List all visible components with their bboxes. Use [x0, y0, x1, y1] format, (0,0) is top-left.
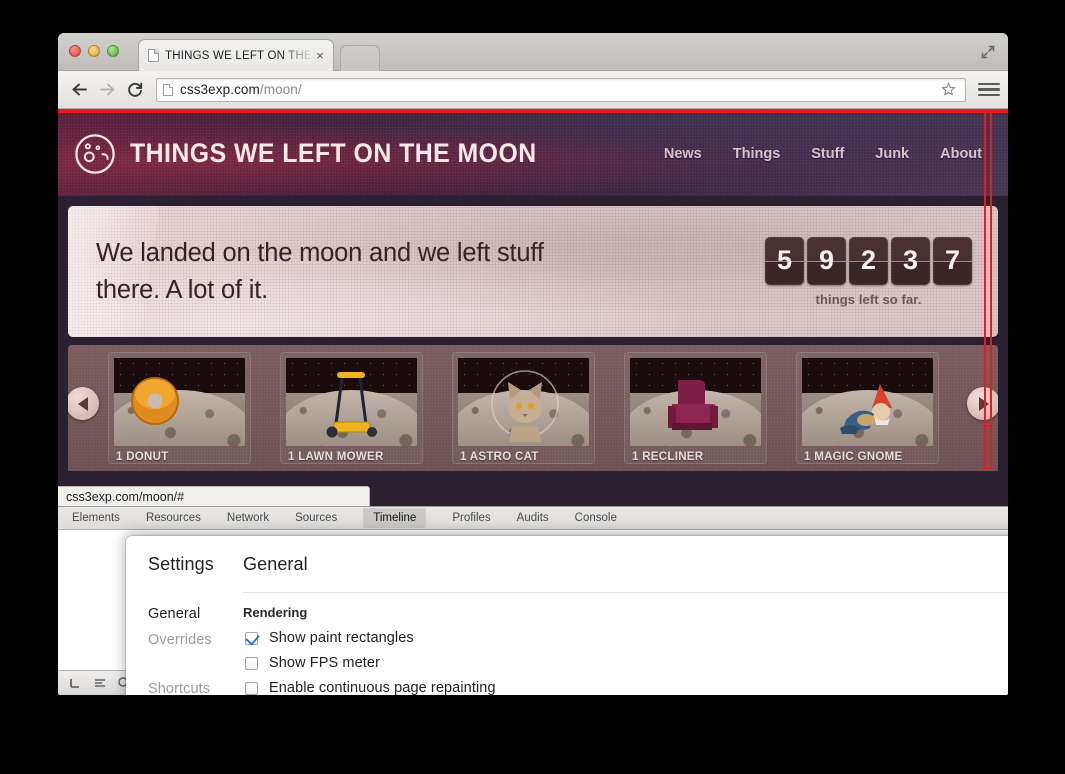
counter-digit: 9 — [807, 236, 846, 285]
page-viewport: THINGS WE LEFT ON THE MOON News Things S… — [58, 109, 1008, 506]
site-nav: News Things Stuff Junk About — [664, 146, 990, 162]
settings-sidebar: Settings General Overrides Shortcuts — [126, 554, 231, 695]
omnibox-url: css3exp.com/moon/ — [180, 82, 302, 97]
devtools-settings-dialog: ✕ Settings General Overrides Shortcuts G… — [126, 536, 1008, 695]
devtools-tab-elements[interactable]: Elements — [72, 512, 120, 524]
devtools-tab-sources[interactable]: Sources — [295, 512, 337, 524]
thumbnail-astro-cat — [458, 358, 589, 446]
nav-item-about[interactable]: About — [940, 146, 982, 162]
moon-icon — [75, 133, 115, 174]
counter-digit: 7 — [933, 236, 972, 285]
checkbox-show-fps-meter[interactable] — [245, 656, 258, 670]
settings-nav-general[interactable]: General — [148, 601, 231, 627]
things-counter: 5 9 2 3 7 things left so far. — [765, 236, 972, 307]
counter-digits: 5 9 2 3 7 — [765, 236, 972, 285]
settings-content: General Rendering Show paint rectangles … — [231, 554, 1008, 695]
settings-divider — [243, 592, 1008, 593]
forward-arrow-icon[interactable] — [94, 77, 120, 103]
back-arrow-icon[interactable] — [66, 77, 92, 103]
checkbox-show-paint-rectangles[interactable] — [245, 631, 258, 645]
counter-digit: 2 — [849, 236, 888, 285]
star-icon[interactable] — [937, 79, 959, 101]
carousel-item[interactable]: 1 DONUT — [108, 352, 251, 464]
lawn-mower-object — [326, 372, 377, 438]
new-tab-button[interactable] — [340, 45, 380, 71]
arrow-left-icon[interactable] — [68, 387, 99, 420]
arrow-right-icon[interactable] — [967, 387, 998, 420]
page-security-icon — [163, 83, 173, 96]
settings-nav-shortcuts[interactable]: Shortcuts — [148, 676, 231, 695]
carousel-item-label: 1 ASTRO CAT — [460, 451, 539, 463]
maximize-window-button[interactable] — [107, 45, 119, 57]
recliner-object — [668, 380, 718, 430]
carousel-item-label: 1 DONUT — [116, 451, 169, 463]
setting-label: Show FPS meter — [269, 655, 380, 671]
browser-toolbar: css3exp.com/moon/ — [58, 71, 1008, 109]
carousel-item-label: 1 MAGIC GNOME — [804, 451, 903, 463]
counter-digit: 3 — [891, 236, 930, 285]
settings-title: Settings — [148, 554, 214, 574]
close-window-button[interactable] — [69, 45, 81, 57]
carousel-item[interactable]: 1 ASTRO CAT — [452, 352, 595, 464]
hamburger-menu-icon[interactable] — [978, 77, 1000, 103]
devtools-tab-timeline[interactable]: Timeline — [363, 508, 427, 528]
thumbnail-magic-gnome — [802, 358, 933, 446]
chrome-browser-window: THINGS WE LEFT ON THE M × css3exp.com/mo… — [58, 33, 1008, 695]
window-traffic-lights — [69, 45, 119, 57]
clear-icon[interactable] — [88, 672, 112, 694]
thumbnail-recliner — [630, 358, 761, 446]
devtools-tab-profiles[interactable]: Profiles — [452, 512, 490, 524]
magic-gnome-object — [840, 384, 892, 434]
carousel-item[interactable]: 1 RECLINER — [624, 352, 767, 464]
astro-cat-object — [491, 370, 559, 442]
url-omnibox[interactable]: css3exp.com/moon/ — [156, 77, 966, 102]
settings-nav-overrides[interactable]: Overrides — [148, 627, 231, 653]
setting-row-continuous-repaint[interactable]: Enable continuous page repainting — [231, 680, 1008, 695]
omnibox-host: css3exp.com — [180, 82, 260, 97]
devtools-tab-audits[interactable]: Audits — [517, 512, 549, 524]
devtools-tab-bar: Elements Resources Network Sources Timel… — [58, 507, 1008, 530]
browser-status-bubble: css3exp.com/moon/# — [58, 486, 370, 506]
thumbnail-donut — [114, 358, 245, 446]
hero-headline: We landed on the moon and we left stuff … — [96, 239, 544, 304]
things-carousel: 1 DONUT 1 LAWN MOWER 1 ASTRO CAT 1 RECLI… — [68, 345, 998, 471]
browser-tab-strip: THINGS WE LEFT ON THE M × — [58, 33, 1008, 71]
devtools-tab-console[interactable]: Console — [575, 512, 617, 524]
carousel-item-label: 1 LAWN MOWER — [288, 451, 384, 463]
reload-icon[interactable] — [122, 77, 148, 103]
setting-row-fps-meter[interactable]: Show FPS meter — [231, 655, 1008, 671]
omnibox-path: /moon/ — [259, 82, 302, 97]
nav-item-things[interactable]: Things — [733, 146, 781, 162]
nav-item-news[interactable]: News — [664, 146, 702, 162]
record-icon[interactable] — [64, 672, 88, 694]
minimize-window-button[interactable] — [88, 45, 100, 57]
site-header: THINGS WE LEFT ON THE MOON News Things S… — [58, 109, 1008, 196]
hero-banner: We landed on the moon and we left stuff … — [68, 206, 998, 337]
devtools-tab-resources[interactable]: Resources — [146, 512, 201, 524]
browser-tab-title: THINGS WE LEFT ON THE M — [165, 49, 313, 62]
setting-row-paint-rectangles[interactable]: Show paint rectangles — [231, 630, 1008, 646]
fullscreen-arrows-icon[interactable] — [979, 43, 997, 61]
checkbox-enable-continuous-repainting[interactable] — [245, 681, 258, 695]
nav-item-stuff[interactable]: Stuff — [811, 146, 844, 162]
setting-label: Enable continuous page repainting — [269, 680, 496, 695]
devtools-tab-network[interactable]: Network — [227, 512, 269, 524]
desktop-background: THINGS WE LEFT ON THE M × css3exp.com/mo… — [0, 0, 1065, 774]
settings-section-title: General — [243, 554, 308, 574]
settings-group-title: Rendering — [243, 605, 308, 620]
tab-close-icon[interactable]: × — [313, 49, 327, 63]
site-brand-title: THINGS WE LEFT ON THE MOON — [130, 138, 537, 168]
counter-digit: 5 — [765, 236, 804, 285]
thumbnail-lawn-mower — [286, 358, 417, 446]
carousel-item-label: 1 RECLINER — [632, 451, 704, 463]
page-favicon-icon — [148, 49, 159, 62]
donut-object — [131, 377, 179, 425]
carousel-item[interactable]: 1 LAWN MOWER — [280, 352, 423, 464]
setting-label: Show paint rectangles — [269, 630, 414, 646]
nav-item-junk[interactable]: Junk — [875, 146, 909, 162]
carousel-track: 1 DONUT 1 LAWN MOWER 1 ASTRO CAT 1 RECLI… — [108, 352, 939, 464]
browser-tab[interactable]: THINGS WE LEFT ON THE M × — [138, 39, 334, 71]
carousel-item[interactable]: 1 MAGIC GNOME — [796, 352, 939, 464]
counter-caption: things left so far. — [815, 291, 922, 307]
